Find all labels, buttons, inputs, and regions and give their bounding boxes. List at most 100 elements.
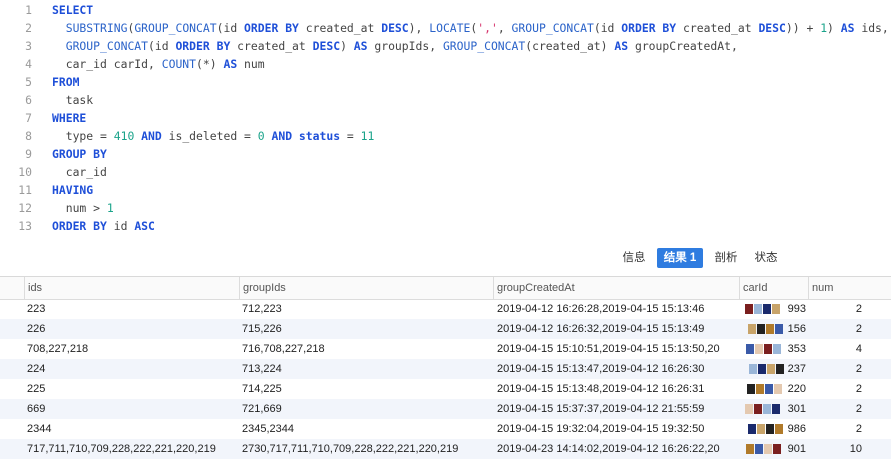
table-row[interactable]: 2344 2345,2344 2019-04-15 19:32:04,2019-04…	[0, 419, 891, 439]
cell-created[interactable]: 2019-04-15 15:37:37,2019-04-12 21:55:59	[497, 399, 737, 419]
line-number: 9	[25, 147, 32, 161]
cell-created[interactable]: 2019-04-23 14:14:02,2019-04-12 16:26:22,…	[497, 439, 737, 459]
code-token: )) +	[785, 21, 821, 35]
grid-header: ids groupIds groupCreatedAt carId num	[0, 277, 891, 300]
cell-num[interactable]: 10	[810, 439, 862, 459]
mosaic-block	[748, 324, 756, 334]
code-token: FROM	[52, 75, 80, 89]
redaction-mosaic	[745, 379, 785, 399]
code-line: 9 GROUP BY	[0, 145, 891, 163]
table-row[interactable]: 223 712,223 2019-04-12 16:26:28,2019-04-15…	[0, 299, 891, 319]
cell-ids[interactable]: 708,227,218	[27, 339, 237, 359]
code-token: ,	[497, 21, 512, 35]
code-token: ','	[477, 21, 498, 35]
code-token: created_at	[676, 21, 759, 35]
tab-result-1[interactable]: 结果 1	[657, 248, 703, 268]
cell-ids[interactable]: 225	[27, 379, 237, 399]
table-row[interactable]: 224 713,224 2019-04-15 15:13:47,2019-04-12…	[0, 359, 891, 379]
column-header-groupids[interactable]: groupIds	[239, 277, 493, 299]
mosaic-block	[765, 384, 773, 394]
cell-created[interactable]: 2019-04-15 19:32:04,2019-04-15 19:32:50	[497, 419, 737, 439]
cell-groupids[interactable]: 714,225	[242, 379, 490, 399]
code-token: num	[237, 57, 265, 71]
tab-info[interactable]: 信息	[617, 248, 651, 268]
code-token: created_at	[230, 39, 313, 53]
code-token: is_deleted =	[161, 129, 258, 143]
redaction-mosaic	[745, 399, 785, 419]
cell-groupids[interactable]: 715,226	[242, 319, 490, 339]
cell-created[interactable]: 2019-04-12 16:26:28,2019-04-15 15:13:46	[497, 299, 737, 319]
mosaic-block	[757, 424, 765, 434]
code-line: 5 FROM	[0, 73, 891, 91]
cell-num[interactable]: 2	[810, 379, 862, 399]
cell-groupids[interactable]: 2730,717,711,710,709,228,222,221,220,219	[242, 439, 490, 459]
mosaic-block	[772, 304, 780, 314]
redaction-mosaic	[745, 359, 785, 379]
code-text: SELECT	[52, 1, 93, 19]
table-row[interactable]: 225 714,225 2019-04-15 15:13:48,2019-04-12…	[0, 379, 891, 399]
mosaic-block	[758, 364, 766, 374]
cell-groupids[interactable]: 712,223	[242, 299, 490, 319]
code-token: car_id carId,	[52, 57, 162, 71]
code-token: AS	[614, 39, 629, 53]
cell-num[interactable]: 2	[810, 319, 862, 339]
sql-editor[interactable]: 1 SELECT 2 SUBSTRING(GROUP_CONCAT(id ORDER…	[0, 0, 891, 242]
code-token: created_at	[298, 21, 382, 35]
mosaic-block	[745, 304, 753, 314]
column-header-carid[interactable]: carId	[739, 277, 808, 299]
redaction-mosaic	[745, 439, 785, 459]
cell-created[interactable]: 2019-04-15 15:13:48,2019-04-12 16:26:31	[497, 379, 737, 399]
code-token: (*)	[196, 57, 224, 71]
code-line: 12 num > 1	[0, 199, 891, 217]
cell-ids[interactable]: 717,711,710,709,228,222,221,220,219	[27, 439, 237, 459]
cell-groupids[interactable]: 716,708,227,218	[242, 339, 490, 359]
cell-num[interactable]: 2	[810, 359, 862, 379]
line-number: 5	[25, 75, 32, 89]
cell-ids[interactable]: 223	[27, 299, 237, 319]
cell-created[interactable]: 2019-04-12 16:26:32,2019-04-15 15:13:49	[497, 319, 737, 339]
code-token: AND	[141, 129, 162, 143]
code-text: SUBSTRING(GROUP_CONCAT(id ORDER BY creat…	[52, 19, 889, 37]
cell-created[interactable]: 2019-04-15 15:10:51,2019-04-15 15:13:50,…	[497, 339, 737, 359]
column-header-ids[interactable]: ids	[24, 277, 239, 299]
code-token: (created_at)	[525, 39, 615, 53]
cell-groupids[interactable]: 721,669	[242, 399, 490, 419]
cell-created[interactable]: 2019-04-15 15:13:47,2019-04-12 16:26:30	[497, 359, 737, 379]
code-line: 13 ORDER BY id ASC	[0, 217, 891, 235]
code-token: LOCATE	[429, 21, 471, 35]
cell-num[interactable]: 2	[810, 419, 862, 439]
tab-profile[interactable]: 剖析	[709, 248, 743, 268]
mosaic-block	[755, 344, 763, 354]
result-tabs: 信息 结果 1 剖析 状态	[0, 242, 891, 272]
cell-num[interactable]: 4	[810, 339, 862, 359]
line-number: 11	[18, 183, 32, 197]
mosaic-block	[767, 364, 775, 374]
cell-ids[interactable]: 226	[27, 319, 237, 339]
mosaic-block	[746, 444, 754, 454]
column-header-groupcreatedat[interactable]: groupCreatedAt	[493, 277, 739, 299]
line-number: 13	[18, 219, 32, 233]
tab-status[interactable]: 状态	[749, 248, 783, 268]
cell-num[interactable]: 2	[810, 399, 862, 419]
line-number: 3	[25, 39, 32, 53]
code-token: 11	[360, 129, 375, 143]
column-header-num[interactable]: num	[808, 277, 891, 299]
code-token: num >	[52, 201, 107, 215]
line-number: 12	[18, 201, 32, 215]
cell-ids[interactable]: 224	[27, 359, 237, 379]
table-row[interactable]: 226 715,226 2019-04-12 16:26:32,2019-04-15…	[0, 319, 891, 339]
cell-num[interactable]: 2	[810, 299, 862, 319]
table-row[interactable]: 717,711,710,709,228,222,221,220,219 2730,…	[0, 439, 891, 459]
code-line: 4 car_id carId, COUNT(*) AS num	[0, 55, 891, 73]
table-row[interactable]: 669 721,669 2019-04-15 15:37:37,2019-04-12…	[0, 399, 891, 419]
mosaic-block	[776, 364, 784, 374]
cell-ids[interactable]: 669	[27, 399, 237, 419]
cell-ids[interactable]: 2344	[27, 419, 237, 439]
code-token: ORDER BY	[175, 39, 231, 53]
code-text: GROUP_CONCAT(id ORDER BY created_at DESC…	[52, 37, 738, 55]
cell-groupids[interactable]: 2345,2344	[242, 419, 490, 439]
table-row[interactable]: 708,227,218 716,708,227,218 2019-04-15 15:…	[0, 339, 891, 359]
code-line: 1 SELECT	[0, 1, 891, 19]
cell-groupids[interactable]: 713,224	[242, 359, 490, 379]
